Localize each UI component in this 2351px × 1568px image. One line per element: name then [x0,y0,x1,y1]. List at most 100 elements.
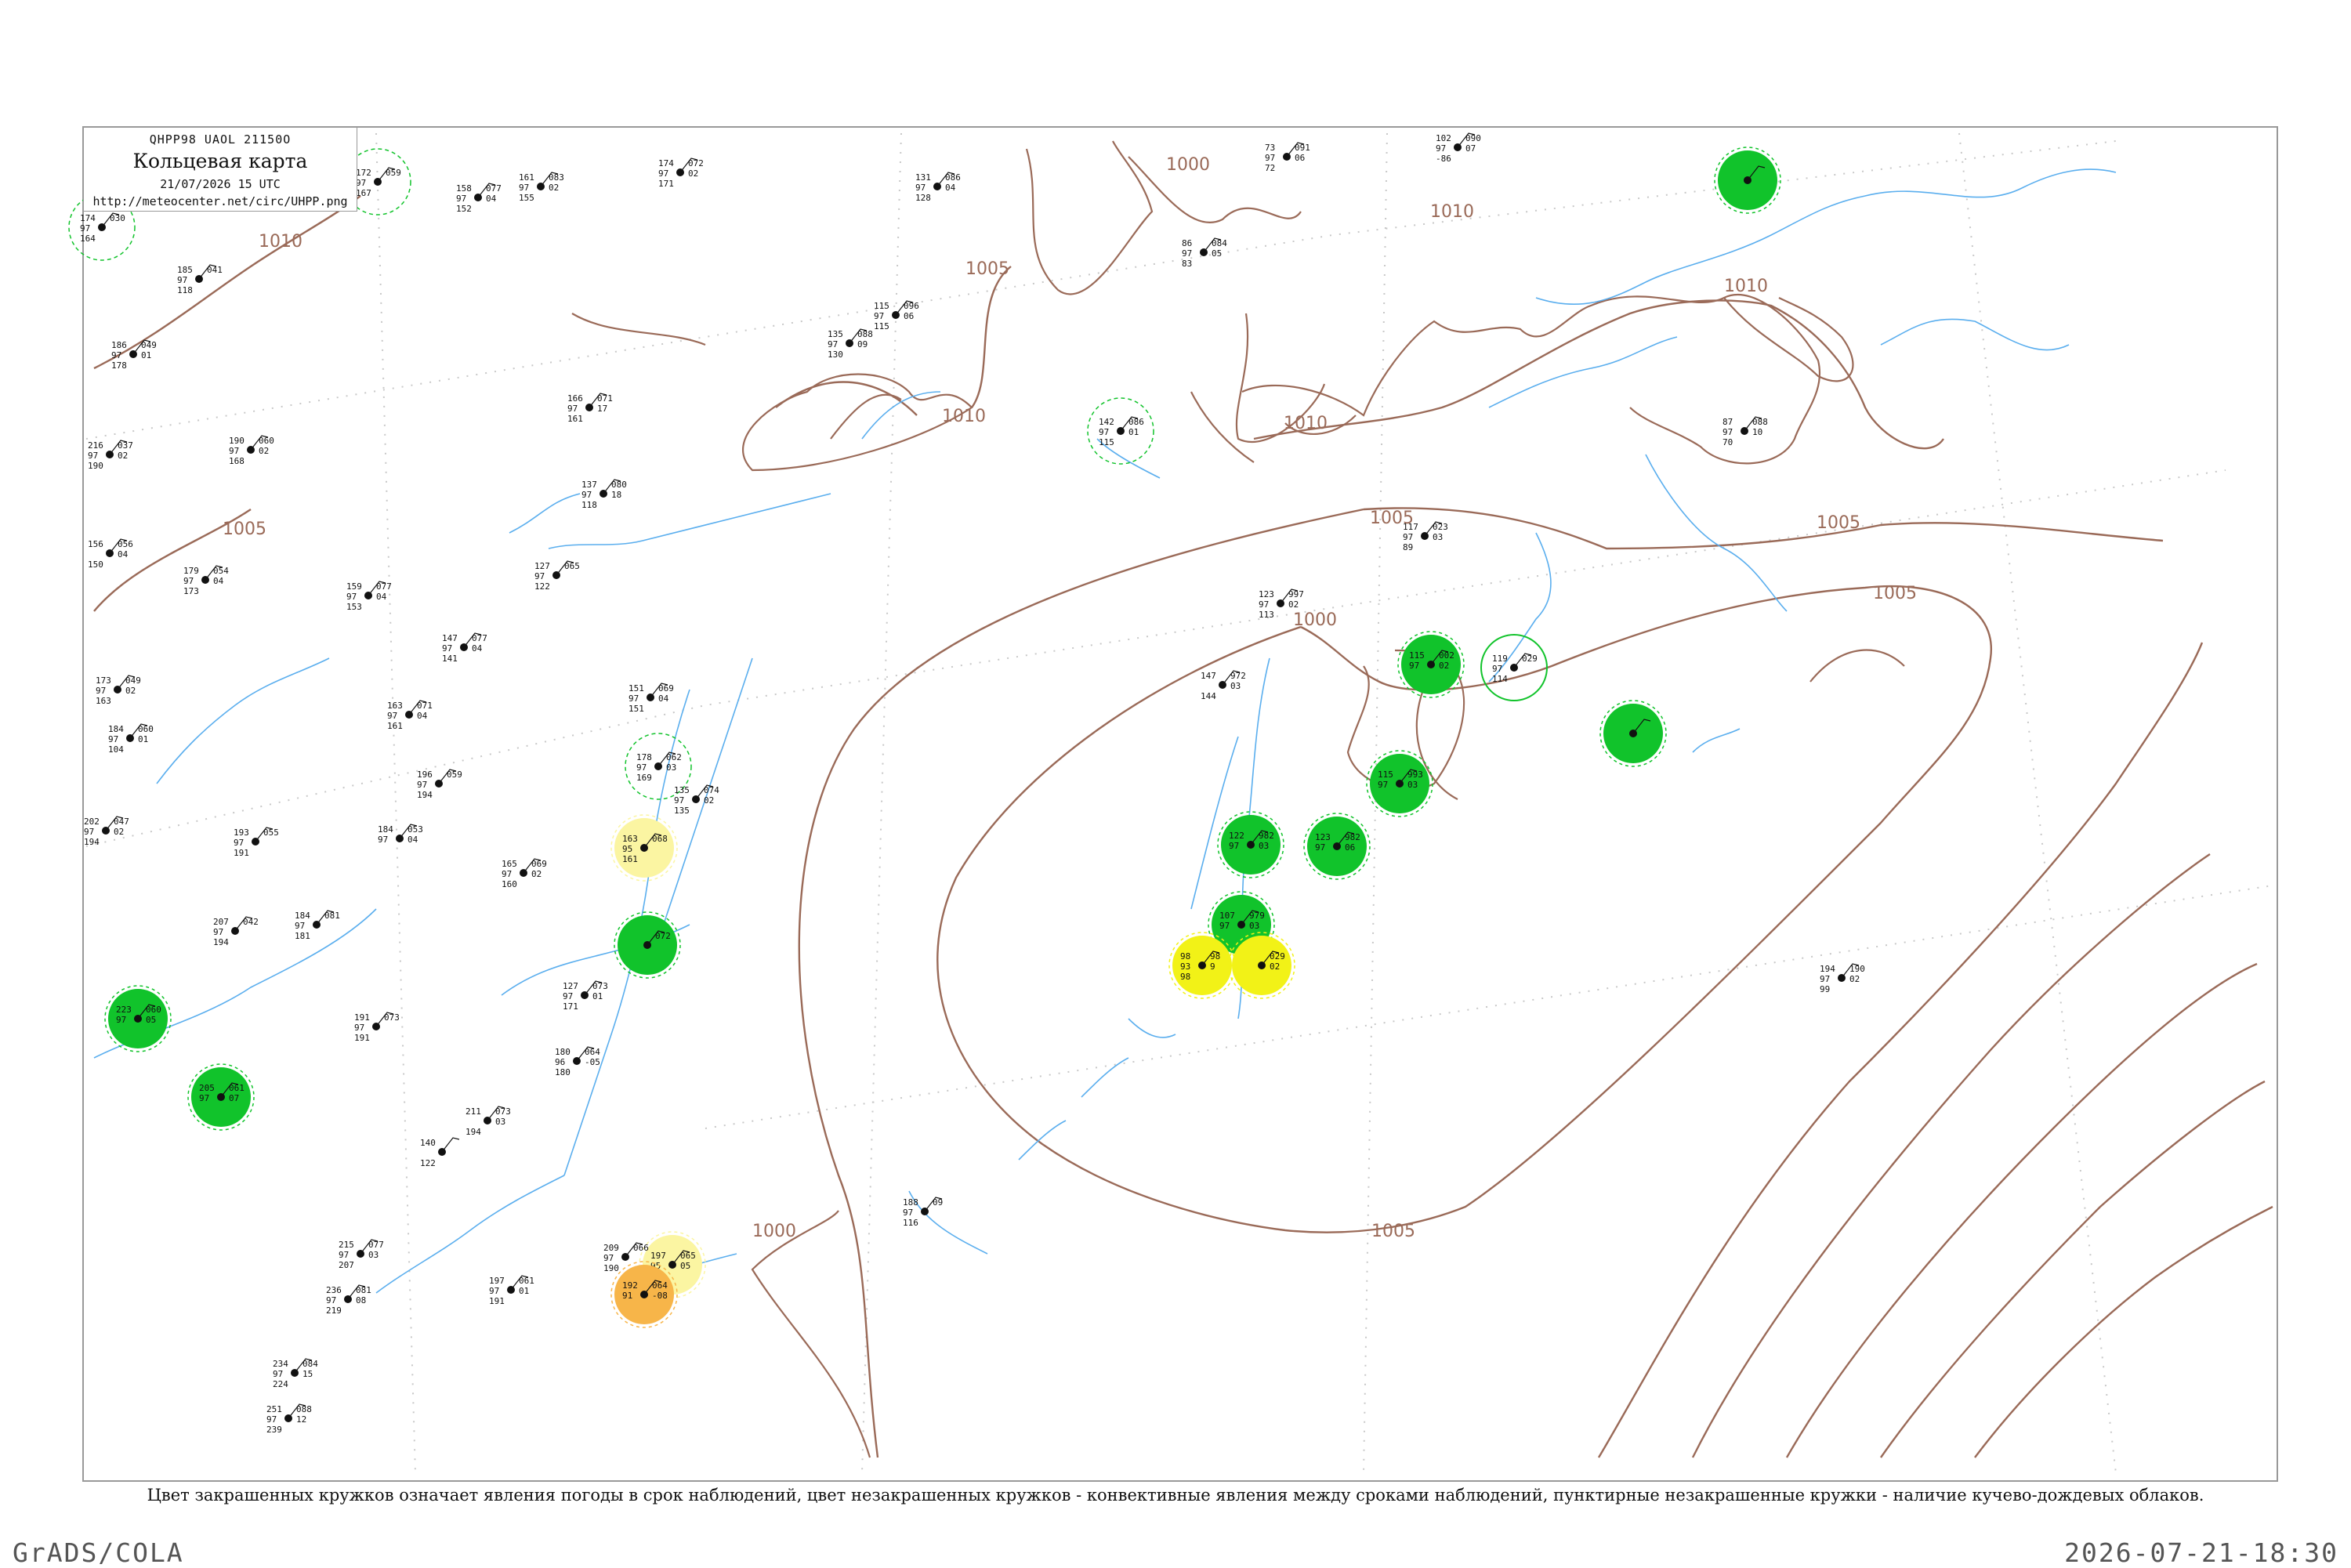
map-header: QHPP98 UAOL 21150O Кольцевая карта 21/07… [83,127,357,212]
pressure: 064 [585,1047,600,1057]
temperature: 135 [828,329,843,339]
temperature: 151 [629,683,644,693]
pressure: 071 [597,393,613,404]
min-temp: 153 [346,602,362,612]
isobar-label: 1005 [1371,1222,1415,1241]
pressure: 074 [704,785,719,795]
temperature: 142 [1099,417,1114,427]
isobar-label: 1005 [1817,513,1860,533]
pressure-tendency: 07 [229,1093,239,1103]
dewpoint: 97 [1219,921,1230,931]
min-temp: 155 [519,193,534,203]
min-temp: 173 [183,586,199,596]
dewpoint: 97 [1259,599,1269,610]
dewpoint: 97 [828,339,838,349]
map-date: 21/07/2026 15 UTC [160,177,281,191]
temperature: 251 [266,1404,282,1414]
pressure: 059 [447,770,462,780]
isobar-label: 1010 [942,407,986,426]
dewpoint: 97 [1409,661,1419,671]
pressure-tendency: 01 [138,734,148,744]
pressure: 065 [564,561,580,571]
dewpoint: 97 [387,711,397,721]
pressure-tendency: 02 [125,686,136,696]
temperature: 193 [234,827,249,838]
pressure: 072 [688,158,704,168]
dewpoint: 97 [1229,841,1239,851]
temperature: 209 [603,1243,619,1253]
pressure-tendency: 02 [1270,961,1280,972]
pressure-tendency: 02 [118,451,128,461]
min-temp: 118 [177,285,193,295]
pressure-tendency: 02 [259,446,269,456]
min-temp: 239 [266,1425,282,1435]
pressure: 060 [146,1005,161,1015]
temperature: 117 [1403,522,1418,532]
pressure: 061 [229,1083,245,1093]
legend-caption: Цвет закрашенных кружков означает явлени… [147,1486,2204,1505]
pressure: 080 [611,480,627,490]
source-url[interactable]: http://meteocenter.net/circ/UHPP.png [84,194,357,208]
dewpoint: 97 [116,1015,126,1025]
dewpoint: 97 [295,921,305,931]
temperature: 161 [519,172,534,183]
min-temp: 151 [629,704,644,714]
pressure: 029 [1270,951,1285,961]
min-temp: 194 [84,837,100,847]
temperature: 184 [108,724,124,734]
min-temp: 224 [273,1379,288,1389]
map-frame [82,126,2278,1482]
pressure-tendency: -08 [652,1291,668,1301]
temperature: 123 [1315,832,1331,842]
pressure: 073 [592,981,608,991]
temperature: 119 [1492,654,1508,664]
pressure: 088 [1752,417,1768,427]
temperature: 147 [442,633,458,643]
pressure: 053 [408,824,423,835]
min-temp: 72 [1265,163,1275,173]
min-temp: 70 [1722,437,1733,447]
min-temp: 181 [295,931,310,941]
dewpoint: 97 [534,571,545,581]
temperature: 205 [199,1083,215,1093]
pressure-tendency: 04 [118,549,129,559]
dewpoint: 97 [519,183,529,193]
min-temp: 128 [915,193,931,203]
min-temp: 144 [1201,691,1216,701]
isobar-label: 1005 [1873,584,1917,603]
report-code: QHPP98 UAOL 21150O [149,132,292,147]
pressure-tendency: 05 [1212,248,1222,259]
temperature: 207 [213,917,229,927]
temperature: 98 [1180,951,1190,961]
min-temp: 191 [489,1296,505,1306]
pressure: 077 [486,183,502,194]
dewpoint: 97 [213,927,223,937]
pressure: 090 [1465,133,1481,143]
dewpoint: 97 [199,1093,209,1103]
pressure-tendency: 12 [296,1414,306,1425]
pressure-tendency: 04 [408,835,418,845]
dewpoint: 97 [442,643,452,654]
min-temp: 161 [387,721,403,731]
min-temp: 122 [420,1158,436,1168]
pressure-tendency: 04 [213,576,224,586]
pressure: 972 [1230,671,1246,681]
pressure: 054 [213,566,229,576]
pressure-tendency: 9 [1210,961,1215,972]
pressure: 096 [904,301,919,311]
temperature: 166 [567,393,583,404]
pressure: 982 [1345,832,1360,842]
min-temp: 135 [674,806,690,816]
pressure-tendency: 05 [680,1261,690,1271]
min-temp: 163 [96,696,111,706]
dewpoint: 97 [1492,664,1502,674]
pressure: 071 [417,701,433,711]
min-temp: 161 [622,854,638,864]
pressure-tendency: 02 [531,869,542,879]
pressure: 030 [110,213,125,223]
temperature: 135 [674,785,690,795]
dewpoint: 97 [1315,842,1325,853]
pressure-tendency: 01 [1128,427,1139,437]
dewpoint: 97 [1182,248,1192,259]
temperature: 159 [346,581,362,592]
